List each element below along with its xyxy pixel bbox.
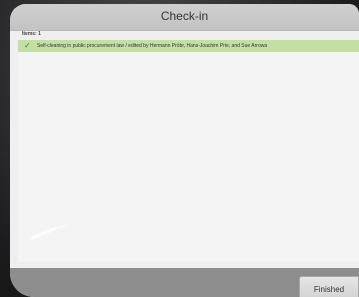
finished-button[interactable]: Finished bbox=[299, 276, 359, 297]
device-bezel: Check-in Items: 1 ✓ Self-cleaning in pub… bbox=[0, 0, 359, 297]
list-item[interactable]: ✓ Self-cleaning in public procurement la… bbox=[18, 40, 359, 52]
footer-bar: Finished bbox=[10, 268, 359, 297]
items-count: Items: 1 bbox=[22, 31, 41, 37]
title-bar: Check-in bbox=[10, 4, 359, 31]
checkmark-icon: ✓ bbox=[24, 41, 31, 50]
checked-in-items-list: ✓ Self-cleaning in public procurement la… bbox=[18, 40, 359, 262]
item-title: Self-cleaning in public procurement law … bbox=[37, 43, 268, 49]
page-title: Check-in bbox=[160, 9, 209, 23]
kiosk-screen: Check-in Items: 1 ✓ Self-cleaning in pub… bbox=[10, 4, 359, 297]
